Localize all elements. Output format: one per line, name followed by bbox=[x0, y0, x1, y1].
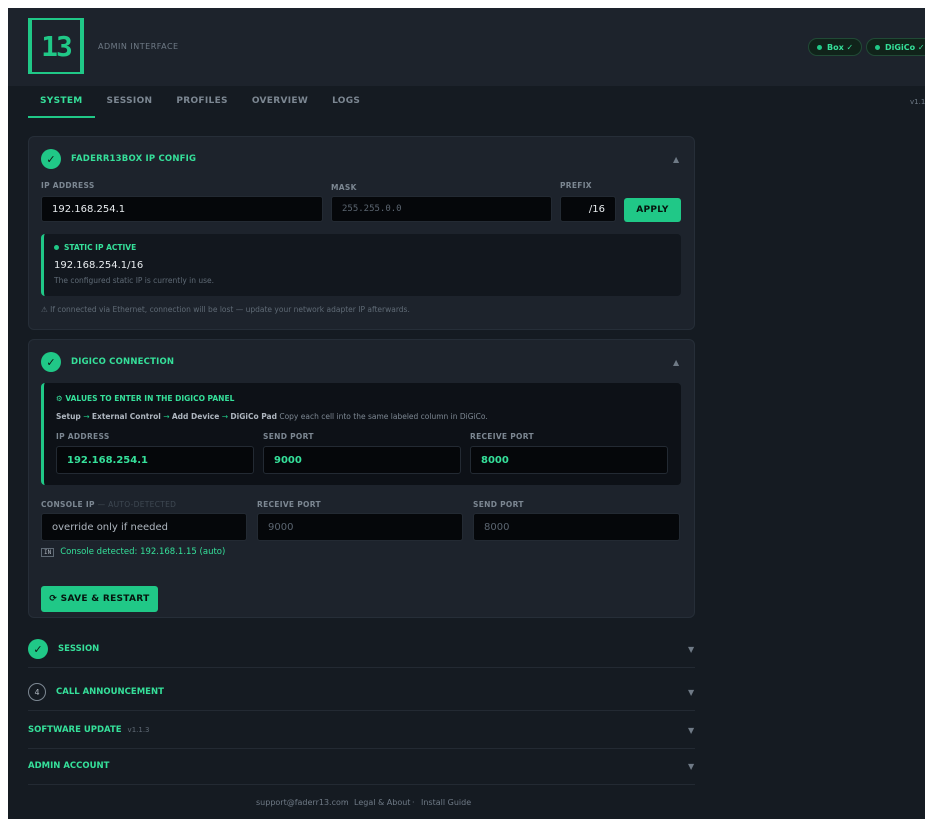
apply-button[interactable]: APPLY bbox=[624, 198, 681, 222]
path-step-add: Add Device bbox=[171, 412, 220, 421]
status-title-row: STATIC IP ACTIVE bbox=[54, 243, 136, 252]
box-status-text: Box ✓ bbox=[827, 42, 854, 52]
mask-label: MASK bbox=[331, 183, 357, 192]
tab-overview[interactable]: OVERVIEW bbox=[240, 86, 320, 118]
path-step-pad: DiGiCo Pad bbox=[230, 412, 277, 421]
static-ip-status-panel: STATIC IP ACTIVE 192.168.254.1/16 The co… bbox=[41, 234, 681, 296]
top-bar: 13 ADMIN INTERFACE Box ✓ DiGiCo ✓ bbox=[8, 8, 925, 86]
ip-config-header[interactable]: ✓ FADERR13BOX IP CONFIG bbox=[41, 149, 196, 169]
digico-send-port-label: SEND PORT bbox=[263, 432, 314, 441]
session-section-title: SESSION bbox=[58, 644, 100, 654]
chevron-up-icon[interactable]: ▲ bbox=[673, 358, 679, 367]
static-ip-note: The configured static IP is currently in… bbox=[54, 276, 215, 285]
tab-session[interactable]: SESSION bbox=[95, 86, 165, 118]
values-title: ⚙ VALUES TO ENTER IN THE DIGICO PANEL bbox=[56, 394, 235, 403]
prefix-input[interactable]: /16 bbox=[560, 196, 616, 222]
console-ip-label: CONSOLE IP — AUTO-DETECTED bbox=[41, 500, 177, 509]
path-step-setup: Setup bbox=[56, 412, 81, 421]
send-port-input[interactable]: 8000 bbox=[473, 513, 680, 541]
console-icon: IN bbox=[41, 547, 55, 557]
support-link[interactable]: support@faderr13.com bbox=[256, 798, 349, 807]
tab-logs[interactable]: LOGS bbox=[320, 86, 372, 118]
digico-ip-label: IP ADDRESS bbox=[56, 432, 110, 441]
save-restart-button[interactable]: ⟳ SAVE & RESTART bbox=[41, 586, 158, 612]
digico-receive-port-value[interactable]: 8000 bbox=[470, 446, 668, 474]
session-section[interactable]: ✓ SESSION ▼ bbox=[28, 631, 695, 668]
admin-label: ADMIN INTERFACE bbox=[98, 42, 179, 51]
status-dot-icon bbox=[54, 245, 59, 250]
ip-address-label: IP ADDRESS bbox=[41, 181, 95, 190]
tab-profiles[interactable]: PROFILES bbox=[164, 86, 239, 118]
digico-receive-port-label: RECEIVE PORT bbox=[470, 432, 534, 441]
static-ip-title: STATIC IP ACTIVE bbox=[64, 243, 137, 252]
receive-port-label: RECEIVE PORT bbox=[257, 500, 321, 509]
chevron-down-icon[interactable]: ▼ bbox=[688, 762, 694, 771]
digico-ip-value[interactable]: 192.168.254.1 bbox=[56, 446, 254, 474]
digico-values-panel: ⚙ VALUES TO ENTER IN THE DIGICO PANEL Se… bbox=[41, 383, 681, 485]
digico-title: DIGICO CONNECTION bbox=[71, 357, 175, 367]
status-dot-icon bbox=[875, 44, 880, 50]
digico-path: Setup → External Control → Add Device → … bbox=[56, 412, 488, 421]
software-version: v1.1.3 bbox=[127, 726, 150, 734]
prefix-label: PREFIX bbox=[560, 181, 592, 190]
logo: 13 bbox=[28, 18, 84, 74]
software-update-title: SOFTWARE UPDATE bbox=[28, 725, 122, 735]
check-icon: ✓ bbox=[41, 149, 61, 169]
send-port-label: SEND PORT bbox=[473, 500, 524, 509]
footer-separator: · bbox=[344, 798, 347, 807]
admin-account-section[interactable]: ADMIN ACCOUNT ▼ bbox=[28, 748, 695, 785]
digico-send-port-value[interactable]: 9000 bbox=[263, 446, 461, 474]
install-guide-link[interactable]: Install Guide bbox=[421, 798, 471, 807]
ip-config-card: ✓ FADERR13BOX IP CONFIG ▲ IP ADDRESS 192… bbox=[28, 136, 695, 330]
chevron-down-icon[interactable]: ▼ bbox=[688, 645, 694, 654]
ethernet-warning: ⚠ If connected via Ethernet, connection … bbox=[41, 305, 410, 314]
call-announcement-title: CALL ANNOUNCEMENT bbox=[56, 687, 164, 697]
receive-port-input[interactable]: 9000 bbox=[257, 513, 463, 541]
digico-status-badge: DiGiCo ✓ bbox=[866, 38, 925, 56]
footer-separator: · bbox=[412, 798, 415, 807]
step-number: 4 bbox=[28, 683, 46, 701]
static-ip-value: 192.168.254.1/16 bbox=[54, 260, 144, 271]
console-detected: IN Console detected: 192.168.1.15 (auto) bbox=[41, 547, 225, 557]
software-update-section[interactable]: SOFTWARE UPDATE v1.1.3 ▼ bbox=[28, 712, 695, 749]
admin-account-title: ADMIN ACCOUNT bbox=[28, 761, 110, 771]
status-dot-icon bbox=[817, 44, 822, 50]
console-detected-text: Console detected: 192.168.1.15 (auto) bbox=[60, 547, 226, 557]
digico-status-text: DiGiCo ✓ bbox=[885, 42, 925, 52]
chevron-down-icon[interactable]: ▼ bbox=[688, 726, 694, 735]
check-icon: ✓ bbox=[28, 639, 48, 659]
tab-bar: SYSTEM SESSION PROFILES OVERVIEW LOGS bbox=[28, 86, 372, 118]
legal-link[interactable]: Legal & About bbox=[354, 798, 410, 807]
app-window: 13 ADMIN INTERFACE Box ✓ DiGiCo ✓ SYSTEM… bbox=[8, 8, 925, 819]
box-status-badge: Box ✓ bbox=[808, 38, 863, 56]
tab-system[interactable]: SYSTEM bbox=[28, 86, 95, 118]
version-label: v1.1. bbox=[910, 98, 925, 106]
path-note: Copy each cell into the same labeled col… bbox=[279, 412, 488, 421]
chevron-up-icon[interactable]: ▲ bbox=[673, 155, 679, 164]
console-ip-input[interactable]: override only if needed bbox=[41, 513, 247, 541]
ip-address-input[interactable]: 192.168.254.1 bbox=[41, 196, 323, 222]
ip-config-title: FADERR13BOX IP CONFIG bbox=[71, 154, 197, 164]
digico-header[interactable]: ✓ DIGICO CONNECTION bbox=[41, 352, 174, 372]
path-step-external: External Control bbox=[91, 412, 161, 421]
digico-card: ✓ DIGICO CONNECTION ▲ ⚙ VALUES TO ENTER … bbox=[28, 339, 695, 618]
call-announcement-section[interactable]: 4 CALL ANNOUNCEMENT ▼ bbox=[28, 674, 695, 711]
check-icon: ✓ bbox=[41, 352, 61, 372]
chevron-down-icon[interactable]: ▼ bbox=[688, 688, 694, 697]
mask-input[interactable]: 255.255.0.0 bbox=[331, 196, 552, 222]
